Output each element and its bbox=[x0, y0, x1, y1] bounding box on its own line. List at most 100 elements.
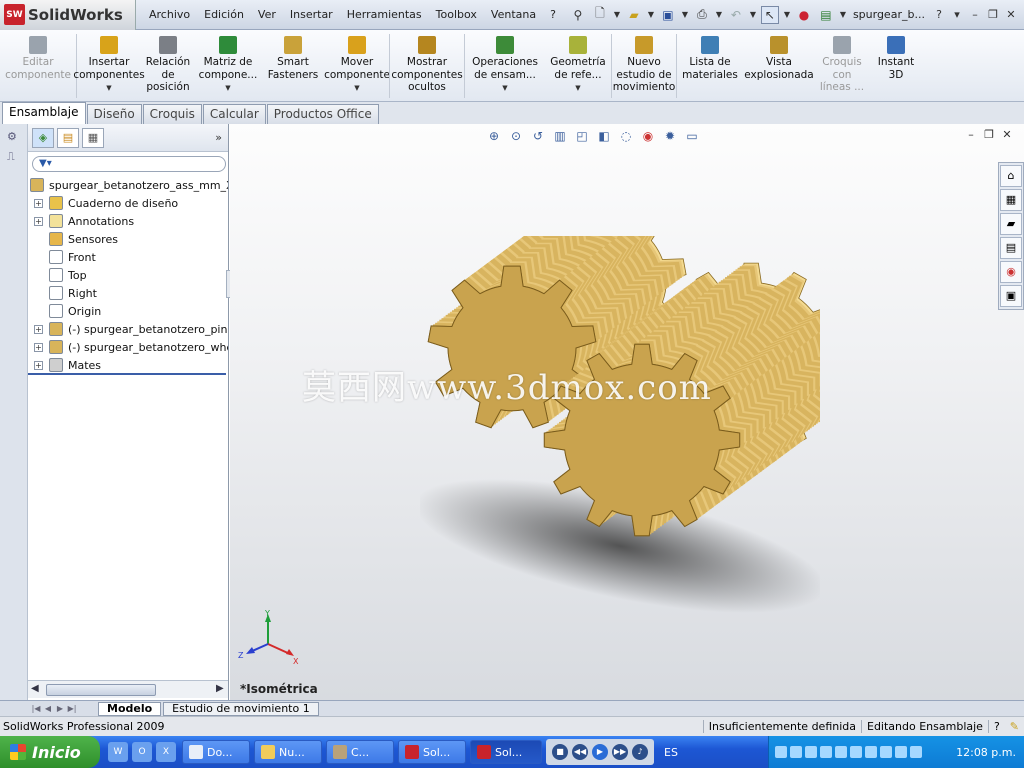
taskbar-item-doc[interactable]: Do... bbox=[182, 740, 250, 764]
menu-ventana[interactable]: Ventana bbox=[484, 0, 543, 30]
status-options-icon[interactable]: ✎ bbox=[1005, 720, 1024, 733]
tray-icon[interactable] bbox=[805, 746, 817, 758]
restore-icon[interactable]: ❐ bbox=[984, 8, 1002, 21]
zoom-to-area-icon[interactable]: ⊙ bbox=[508, 128, 524, 144]
expand-icon[interactable]: + bbox=[34, 198, 43, 208]
menu-archivo[interactable]: Archivo bbox=[142, 0, 197, 30]
rebuild-traffic-light-icon[interactable]: ● bbox=[795, 6, 813, 24]
status-help[interactable]: ? bbox=[987, 720, 1005, 733]
tab-diseno[interactable]: Diseño bbox=[86, 104, 142, 124]
view-settings-icon[interactable]: ▭ bbox=[684, 128, 700, 144]
tree-item[interactable]: + (-) spurgear_betanotzero_wheel bbox=[28, 338, 228, 356]
expand-icon[interactable]: + bbox=[34, 342, 43, 352]
file-explorer-icon[interactable]: ▤ bbox=[1000, 237, 1022, 259]
appearance-icon[interactable]: ◉ bbox=[640, 128, 656, 144]
play-icon[interactable]: ▶ bbox=[592, 744, 608, 760]
tree-filter[interactable]: ▼▾ bbox=[32, 156, 226, 172]
gear-assembly-model[interactable] bbox=[420, 236, 820, 636]
tray-icon[interactable] bbox=[865, 746, 877, 758]
ribbon-button-insert-components[interactable]: Insertar componentes ▼ bbox=[73, 30, 145, 102]
excel-icon[interactable]: X bbox=[156, 742, 176, 762]
expand-icon[interactable]: + bbox=[34, 324, 43, 334]
menu-ver[interactable]: Ver bbox=[251, 0, 283, 30]
ribbon-button-show-hidden[interactable]: Mostrar componentes ocultos bbox=[390, 30, 464, 102]
first-tab-icon[interactable]: |◀ bbox=[30, 704, 42, 713]
next-track-icon[interactable]: ▶▶ bbox=[612, 744, 628, 760]
ribbon-button-move-component[interactable]: Mover componente ▼ bbox=[324, 30, 390, 102]
chevron-down-icon[interactable]: ▼ bbox=[783, 6, 791, 24]
scroll-thumb[interactable] bbox=[46, 684, 156, 696]
tree-item[interactable]: Sensores bbox=[28, 230, 228, 248]
select-arrow-icon[interactable]: ↖ bbox=[760, 5, 779, 24]
ribbon-button-mate[interactable]: Relación de posición bbox=[141, 30, 195, 102]
new-document-icon[interactable]: 🗋 bbox=[591, 6, 609, 24]
chevron-down-icon[interactable]: ▼ bbox=[715, 6, 723, 24]
chevron-down-icon[interactable]: ▼ bbox=[354, 82, 359, 95]
ribbon-button-explode-line-sketch[interactable]: Croquis con líneas ... bbox=[815, 30, 869, 102]
chevron-down-icon[interactable]: ▼ bbox=[225, 82, 230, 95]
ribbon-button-exploded-view[interactable]: Vista explosionada bbox=[743, 30, 815, 102]
tray-icon[interactable] bbox=[835, 746, 847, 758]
tray-icon[interactable] bbox=[775, 746, 787, 758]
menu-toolbox[interactable]: Toolbox bbox=[429, 0, 484, 30]
tree-item[interactable]: + Cuaderno de diseño bbox=[28, 194, 228, 212]
panel-horizontal-scrollbar[interactable]: ◀ ▶ bbox=[28, 680, 228, 698]
rollback-bar[interactable] bbox=[28, 373, 226, 375]
restore-icon[interactable]: ❐ bbox=[980, 128, 998, 141]
network-tray-icon[interactable] bbox=[910, 746, 922, 758]
ribbon-button-pattern[interactable]: Matriz de compone... ▼ bbox=[195, 30, 261, 102]
word-icon[interactable]: W bbox=[108, 742, 128, 762]
tab-ensamblaje[interactable]: Ensamblaje bbox=[2, 102, 86, 124]
display-style-icon[interactable]: ◧ bbox=[596, 128, 612, 144]
graphics-area[interactable]: ⊕ ⊙ ↺ ▥ ◰ ◧ ◌ ◉ ✹ ▭ – ❐ ✕ ⌂ ▦ ▰ ▤ ◉ ▣ 莫西… bbox=[230, 124, 1024, 700]
scene-icon[interactable]: ✹ bbox=[662, 128, 678, 144]
ribbon-button-smart-fasteners[interactable]: Smart Fasteners bbox=[261, 30, 325, 102]
property-manager-tab-icon[interactable]: ▤ bbox=[57, 127, 79, 148]
expand-icon[interactable]: + bbox=[34, 216, 43, 226]
hide-show-items-icon[interactable]: ◌ bbox=[618, 128, 634, 144]
start-button[interactable]: Inicio bbox=[0, 736, 100, 768]
home-icon[interactable]: ⌂ bbox=[1000, 165, 1022, 187]
feature-manager-tab-icon[interactable]: ◈ bbox=[32, 127, 54, 148]
appearances-icon[interactable]: ◉ bbox=[1000, 261, 1022, 283]
chevron-down-icon[interactable]: ▼ bbox=[106, 82, 111, 95]
print-icon[interactable]: ⎙ bbox=[693, 6, 711, 24]
tab-motion-study[interactable]: Estudio de movimiento 1 bbox=[163, 701, 319, 716]
last-tab-icon[interactable]: ▶| bbox=[66, 704, 78, 713]
next-tab-icon[interactable]: ▶ bbox=[54, 704, 66, 713]
tree-item[interactable]: + Mates bbox=[28, 356, 228, 374]
tab-croquis[interactable]: Croquis bbox=[142, 104, 202, 124]
ribbon-button-edit-component[interactable]: Editar componente bbox=[0, 30, 76, 102]
tree-item[interactable]: Right bbox=[28, 284, 228, 302]
expand-panel-icon[interactable]: » bbox=[215, 131, 222, 144]
tree-root[interactable]: spurgear_betanotzero_ass_mm_XEL bbox=[28, 176, 228, 194]
taskbar-item-solidworks-1[interactable]: Sol... bbox=[398, 740, 466, 764]
previous-track-icon[interactable]: ◀◀ bbox=[572, 744, 588, 760]
undo-icon[interactable]: ↶ bbox=[727, 6, 745, 24]
minimize-icon[interactable]: – bbox=[966, 8, 984, 21]
custom-properties-icon[interactable]: ▣ bbox=[1000, 285, 1022, 307]
tree-item[interactable]: Top bbox=[28, 266, 228, 284]
menu-insertar[interactable]: Insertar bbox=[283, 0, 340, 30]
minimize-icon[interactable]: – bbox=[962, 128, 980, 141]
zoom-to-fit-icon[interactable]: ⊕ bbox=[486, 128, 502, 144]
tree-item[interactable]: Front bbox=[28, 248, 228, 266]
chevron-down-icon[interactable]: ▼ bbox=[575, 82, 580, 95]
step-icon[interactable]: ⎍ bbox=[7, 150, 21, 164]
section-view-icon[interactable]: ▥ bbox=[552, 128, 568, 144]
tree-item[interactable]: Origin bbox=[28, 302, 228, 320]
help-dropdown-icon[interactable]: ▾ bbox=[948, 8, 966, 21]
tab-calcular[interactable]: Calcular bbox=[202, 104, 266, 124]
clock[interactable]: 12:08 p.m. bbox=[956, 746, 1016, 759]
chevron-down-icon[interactable]: ▼ bbox=[681, 6, 689, 24]
save-icon[interactable]: ▣ bbox=[659, 6, 677, 24]
resources-icon[interactable]: ▦ bbox=[1000, 189, 1022, 211]
open-folder-icon[interactable]: ▰ bbox=[625, 6, 643, 24]
chevron-down-icon[interactable]: ▼ bbox=[647, 6, 655, 24]
language-indicator[interactable]: ES bbox=[664, 746, 678, 759]
stop-icon[interactable]: ■ bbox=[552, 744, 568, 760]
expand-icon[interactable]: + bbox=[34, 360, 43, 370]
chevron-down-icon[interactable]: ▼ bbox=[749, 6, 757, 24]
ribbon-button-motion-study[interactable]: Nuevo estudio de movimiento bbox=[612, 30, 676, 102]
ribbon-button-assembly-features[interactable]: Operaciones de ensam... ▼ bbox=[465, 30, 545, 102]
